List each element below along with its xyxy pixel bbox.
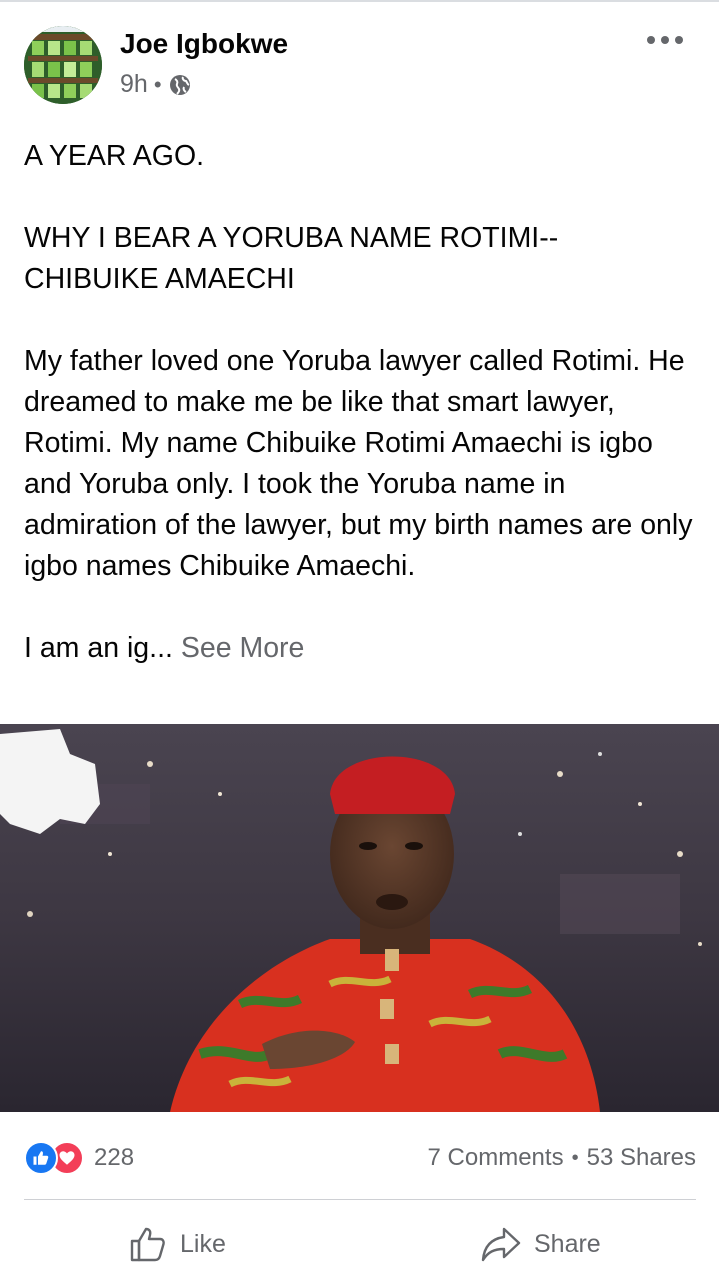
post-meta: 9h •: [120, 70, 192, 99]
thumbs-up-icon: [130, 1227, 165, 1262]
post-text-line: A YEAR AGO.: [24, 140, 205, 172]
more-options-icon[interactable]: [647, 30, 683, 50]
author-name[interactable]: Joe Igbokwe: [120, 28, 288, 60]
post-time[interactable]: 9h: [120, 70, 148, 99]
engagement-counts: 7 Comments • 53 Shares: [428, 1144, 696, 1172]
comments-count[interactable]: 7 Comments: [428, 1144, 564, 1172]
like-button[interactable]: Like: [128, 1224, 226, 1264]
reaction-count: 228: [94, 1144, 135, 1171]
post-text: A YEAR AGO. WHY I BEAR A YORUBA NAME ROT…: [24, 136, 696, 669]
like-label: Like: [180, 1229, 226, 1258]
truncated-text: I am an ig...: [24, 632, 173, 664]
counts-separator: •: [571, 1146, 579, 1169]
post-body: My father loved one Yoruba lawyer called…: [24, 345, 693, 582]
avatar-image: [24, 26, 102, 104]
share-label: Share: [534, 1229, 601, 1258]
see-more-link[interactable]: See More: [181, 632, 305, 664]
post-photo-image: [0, 724, 719, 1112]
meta-separator: •: [153, 71, 162, 97]
post-truncated-line: I am an ig... See More: [24, 628, 696, 669]
post-stats: 228 7 Comments • 53 Shares: [24, 1138, 696, 1178]
share-arrow-icon: [481, 1227, 521, 1262]
post-actions: Like Share: [0, 1214, 719, 1274]
shares-count[interactable]: 53 Shares: [587, 1144, 696, 1172]
avatar[interactable]: [24, 26, 102, 104]
share-button[interactable]: Share: [480, 1224, 601, 1264]
actions-divider: [24, 1199, 696, 1200]
post-photo[interactable]: [0, 724, 719, 1112]
top-divider: [0, 0, 719, 2]
reactions-summary[interactable]: 228: [24, 1141, 134, 1175]
post-headline: WHY I BEAR A YORUBA NAME ROTIMI-- CHIBUI…: [24, 222, 559, 295]
post-header: Joe Igbokwe 9h •: [24, 26, 699, 106]
globe-icon: [169, 74, 190, 95]
like-reaction-icon: [24, 1141, 58, 1175]
